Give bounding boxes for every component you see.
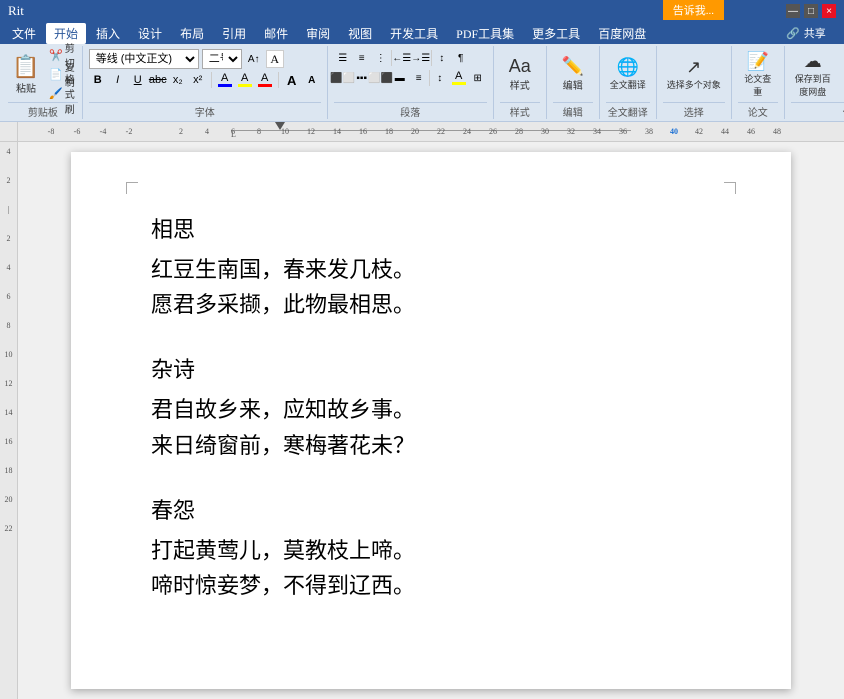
poem-1-line-1: 红豆生南国，春来发几枝。	[151, 252, 711, 287]
clipboard-label: 剪贴板	[8, 102, 78, 119]
show-para-btn[interactable]: ¶	[452, 49, 470, 67]
font-name-select[interactable]: 等线 (中文正文)	[89, 49, 199, 69]
style-button[interactable]: Aa 样式	[500, 49, 540, 99]
align-justify-lo-btn[interactable]: ≡	[410, 69, 428, 87]
close-button[interactable]: ×	[822, 4, 836, 18]
menu-mail[interactable]: 邮件	[256, 23, 296, 44]
border-btn[interactable]: ⊞	[469, 69, 487, 87]
menu-view[interactable]: 视图	[340, 23, 380, 44]
page-corner-tr	[724, 182, 736, 194]
align-left-btn[interactable]: ⬛⬜	[334, 69, 352, 87]
underline-button[interactable]: U	[129, 71, 147, 89]
menu-references[interactable]: 引用	[214, 23, 254, 44]
menu-file[interactable]: 文件	[4, 23, 44, 44]
menu-pdf[interactable]: PDF工具集	[448, 23, 522, 44]
save-label: 保存	[791, 102, 844, 119]
italic-button[interactable]: I	[109, 71, 127, 89]
share-btn[interactable]: 🔗共享	[780, 25, 840, 41]
page-container[interactable]: 相思 红豆生南国，春来发几枝。 愿君多采撷，此物最相思。 杂诗 君自故乡来，应知…	[18, 142, 844, 699]
font-label: 字体	[89, 102, 321, 119]
announce-bar[interactable]: 告诉我...	[663, 0, 724, 20]
fulltext-label: 全文翻译	[606, 102, 650, 119]
style-label: 样式	[500, 102, 540, 119]
font-size-up-btn[interactable]: A	[283, 71, 301, 89]
align-justify-btn[interactable]: ▬	[391, 69, 409, 87]
document-page[interactable]: 相思 红豆生南国，春来发几枝。 愿君多采撷，此物最相思。 杂诗 君自故乡来，应知…	[71, 152, 791, 689]
poem-1-line-2: 愿君多采撷，此物最相思。	[151, 287, 711, 322]
subscript-button[interactable]: x₂	[169, 71, 187, 89]
list-bullet-btn[interactable]: ☰	[334, 49, 352, 67]
poem-2-line-1: 君自故乡来，应知故乡事。	[151, 392, 711, 427]
menu-developer[interactable]: 开发工具	[382, 23, 446, 44]
sort-btn[interactable]: ↕	[433, 49, 451, 67]
select-label: 选择	[663, 102, 725, 119]
text-effect-button[interactable]: A	[216, 71, 234, 89]
bold-button[interactable]: B	[89, 71, 107, 89]
align-right-btn[interactable]: ⬜⬛	[372, 69, 390, 87]
font-A-display: A	[266, 50, 284, 68]
newgroup-button[interactable]: + 新建组	[837, 49, 844, 99]
style-group: Aa 样式 样式	[494, 46, 547, 119]
minimize-button[interactable]: —	[786, 4, 800, 18]
maximize-button[interactable]: □	[804, 4, 818, 18]
font-grow-btn[interactable]: A↑	[245, 50, 263, 68]
font-color-button[interactable]: A	[256, 71, 274, 89]
vertical-ruler: 4 2 | 2 4 6 8 10 12 14 16 18 20 22	[0, 142, 18, 699]
para-label: 段落	[334, 102, 487, 119]
select-group: ↗ 选择多个对象 选择	[657, 46, 732, 119]
font-group: 等线 (中文正文) 二号 A↑ A B I U abc x₂ x² A	[83, 46, 328, 119]
paper-group: 📝 论文查重 论文	[732, 46, 785, 119]
menu-bar: 文件 开始 插入 设计 布局 引用 邮件 审阅 视图 开发工具 PDF工具集 更…	[0, 22, 844, 44]
paste-button[interactable]: 📋 粘贴	[8, 49, 44, 99]
list-multilevel-btn[interactable]: ⋮	[372, 49, 390, 67]
menu-baidu[interactable]: 百度网盘	[590, 23, 654, 44]
poem-2: 杂诗 君自故乡来，应知故乡事。 来日绮窗前，寒梅著花未？	[151, 352, 711, 462]
list-number-btn[interactable]: ≡	[353, 49, 371, 67]
paper-label: 论文	[738, 102, 778, 119]
poem-3-line-1: 打起黄莺儿，莫教枝上啼。	[151, 533, 711, 568]
poem-3-line-2: 啼时惊妾梦，不得到辽西。	[151, 568, 711, 603]
poem-2-line-2: 来日绮窗前，寒梅著花未？	[151, 428, 711, 463]
format-painter-button[interactable]: 🖌️ 格式刷	[46, 84, 78, 102]
select-button[interactable]: ↗ 选择多个对象	[663, 49, 725, 99]
poem-1-title: 相思	[151, 212, 711, 244]
superscript-button[interactable]: x²	[189, 71, 207, 89]
line-spacing-btn[interactable]: ↕	[431, 69, 449, 87]
poem-1: 相思 红豆生南国，春来发几枝。 愿君多采撷，此物最相思。	[151, 212, 711, 322]
ribbon: 📋 粘贴 ✂️ 剪切 📄 复制 🖌️ 格式刷 剪贴板 等线 (中文正文)	[0, 44, 844, 122]
poem-3-title: 春怨	[151, 493, 711, 525]
font-size-select[interactable]: 二号	[202, 49, 242, 69]
edit-group: ✏️ 编辑 编辑	[547, 46, 600, 119]
para-group: ☰ ≡ ⋮ ←☰ →☰ ↕ ¶ ⬛⬜ ▪▪▪ ⬜⬛ ▬ ≡	[328, 46, 494, 119]
menu-review[interactable]: 审阅	[298, 23, 338, 44]
clipboard-group: 📋 粘贴 ✂️ 剪切 📄 复制 🖌️ 格式刷 剪贴板	[4, 46, 83, 119]
doc-area: 4 2 | 2 4 6 8 10 12 14 16 18 20 22 相思 红豆…	[0, 142, 844, 699]
ruler-area: L -8 -6 -4 -2 2 4 6 8 10 12 14	[0, 122, 844, 142]
menu-design[interactable]: 设计	[130, 23, 170, 44]
menu-more[interactable]: 更多工具	[524, 23, 588, 44]
menu-layout[interactable]: 布局	[172, 23, 212, 44]
save-baidu-group: ☁ 保存到百度网盘 + 新建组 💾 保存 保存	[785, 46, 844, 119]
fulltext-group: 🌐 全文翻译 全文翻译	[600, 46, 657, 119]
ruler-corner	[0, 122, 18, 142]
edit-button[interactable]: ✏️ 编辑	[553, 49, 593, 99]
strikethrough-button[interactable]: abc	[149, 71, 167, 89]
edit-label: 编辑	[553, 102, 593, 119]
shading-btn[interactable]: A	[450, 69, 468, 87]
poem-2-title: 杂诗	[151, 352, 711, 384]
menu-insert[interactable]: 插入	[88, 23, 128, 44]
window-controls: — □ ×	[786, 4, 836, 18]
text-highlight-button[interactable]: A	[236, 71, 254, 89]
decrease-indent-btn[interactable]: ←☰	[393, 49, 411, 67]
poem-3: 春怨 打起黄莺儿，莫教枝上啼。 啼时惊妾梦，不得到辽西。	[151, 493, 711, 603]
horizontal-ruler: L -8 -6 -4 -2 2 4 6 8 10 12 14	[18, 122, 844, 142]
increase-indent-btn[interactable]: →☰	[412, 49, 430, 67]
title-text: Rit	[8, 3, 24, 19]
fulltext-button[interactable]: 🌐 全文翻译	[606, 49, 650, 99]
font-size-down-btn[interactable]: A	[303, 71, 321, 89]
paper-button[interactable]: 📝 论文查重	[738, 49, 778, 99]
page-corner-tl	[126, 182, 138, 194]
save-baidu-button[interactable]: ☁ 保存到百度网盘	[791, 49, 835, 99]
